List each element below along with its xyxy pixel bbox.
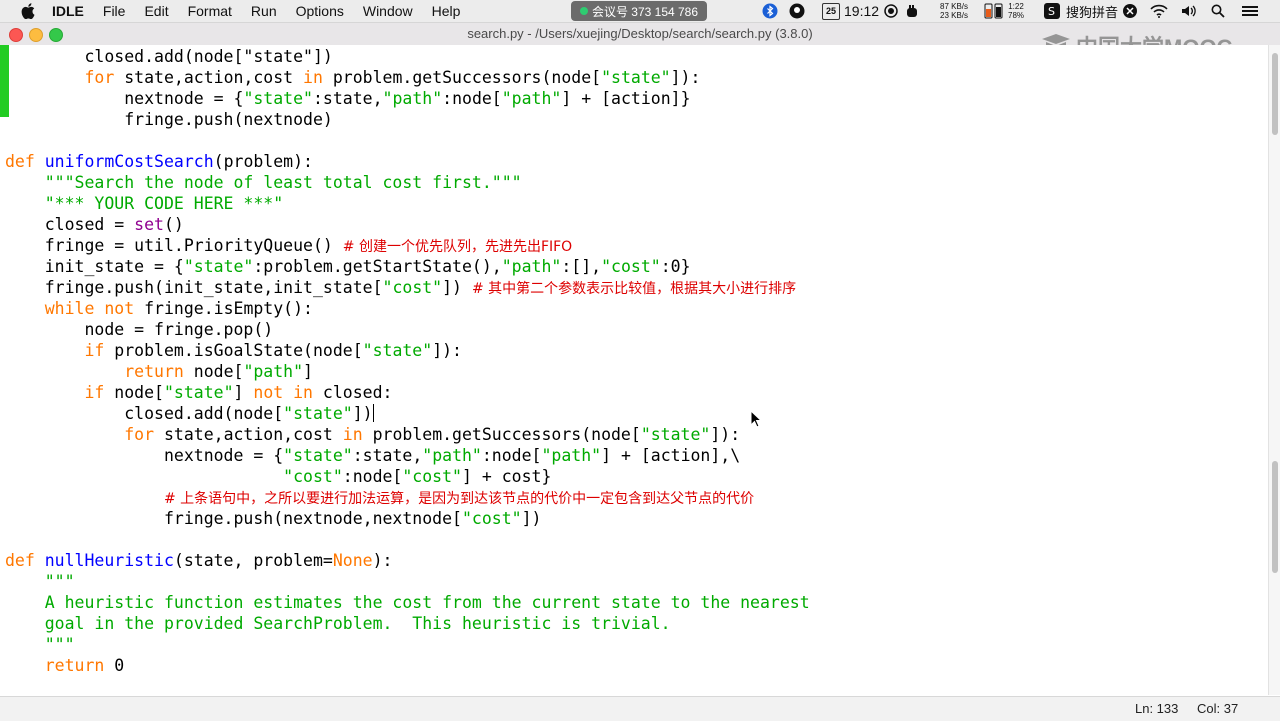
code-line: "*** YOUR CODE HERE ***" (44, 194, 284, 213)
code-line: """Search the node of least total cost f… (44, 173, 522, 192)
code-line: fringe.push(init_state,init_state["cost"… (44, 278, 797, 297)
code-line: fringe.push(nextnode) (124, 110, 333, 129)
code-line: closed.add(node["state"]) (124, 404, 374, 423)
line-number: Ln: 133 (1135, 701, 1179, 716)
menu-format[interactable]: Format (188, 3, 232, 19)
clock-text: 19:12 (844, 3, 880, 19)
battery-status[interactable]: 1:22 78% (1008, 0, 1024, 22)
vertical-scrollbar[interactable] (1268, 45, 1280, 695)
code-line: goal in the provided SearchProblem. This… (44, 614, 671, 633)
code-line: A heuristic function estimates the cost … (44, 593, 810, 612)
code-line: for state,action,cost in problem.getSucc… (84, 68, 701, 87)
svg-text:S: S (1048, 5, 1055, 18)
record-icon[interactable] (884, 0, 898, 22)
menu-edit[interactable]: Edit (144, 3, 168, 19)
clock[interactable]: 19:12 (844, 0, 879, 22)
code-line: if problem.isGoalState(node["state"]): (84, 341, 462, 360)
menubar: IDLE File Edit Format Run Options Window… (0, 0, 1280, 23)
code-line: "cost":node["cost"] + cost} (283, 467, 552, 486)
net-up-text: 87 KB/s (940, 2, 969, 11)
search-icon[interactable] (1211, 0, 1225, 22)
code-line: for state,action,cost in problem.getSucc… (124, 425, 741, 444)
code-line: while not fringe.isEmpty(): (44, 299, 313, 318)
code-line: return 0 (44, 656, 125, 675)
code-line: fringe.push(nextnode,nextnode["cost"]) (163, 509, 542, 528)
status-bar: Ln: 133 Col: 37 (0, 696, 1280, 721)
meeting-id-text: 会议号 373 154 786 (591, 4, 699, 19)
network-speed[interactable]: 87 KB/s 23 KB/s (940, 0, 968, 22)
code-line: nextnode = {"state":state,"path":node["p… (124, 89, 691, 108)
app-name-menu[interactable]: IDLE (52, 3, 84, 19)
code-line: init_state = {"state":problem.getStartSt… (44, 257, 691, 276)
ime-text: 搜狗拼音 (1066, 4, 1119, 20)
mouse-pointer-icon (750, 409, 763, 433)
menu-options[interactable]: Options (296, 3, 344, 19)
code-line: # 上条语句中，之所以要进行加法运算，是因为到达该节点的代价中一定包含到达父节点… (163, 491, 755, 507)
control-center-icon[interactable] (1241, 0, 1259, 22)
net-down-text: 23 KB/s (940, 11, 969, 20)
scissors-icon[interactable] (1122, 0, 1138, 22)
github-icon[interactable] (789, 0, 805, 22)
battery-pct-text: 78% (1008, 11, 1025, 20)
battery-time-text: 1:22 (1008, 2, 1024, 11)
code-line: return node["path"] (124, 362, 313, 381)
scrollbar-thumb[interactable] (1272, 461, 1278, 573)
hand-icon[interactable] (905, 0, 919, 22)
bluetooth-icon[interactable] (762, 0, 778, 22)
menu-file[interactable]: File (103, 3, 126, 19)
code-line: node = fringe.pop() (84, 320, 274, 339)
scrollbar-thumb[interactable] (1272, 53, 1278, 135)
volume-icon[interactable] (1181, 0, 1197, 22)
code-line: def nullHeuristic(state, problem=None): (5, 551, 393, 570)
code-line: nextnode = {"state":state,"path":node["p… (163, 446, 741, 465)
input-method[interactable]: S 搜狗拼音 (1044, 0, 1118, 22)
wifi-icon[interactable] (1150, 0, 1168, 22)
code-line: if node["state"] not in closed: (84, 383, 393, 402)
calendar-icon[interactable]: 25 (822, 0, 840, 22)
meeting-indicator[interactable]: 会议号 373 154 786 (571, 1, 707, 21)
column-number: Col: 37 (1197, 701, 1239, 716)
apple-icon[interactable] (20, 3, 36, 19)
code-line: """ (44, 572, 75, 591)
sogou-icon: S (1044, 3, 1060, 19)
menu-run[interactable]: Run (251, 3, 277, 19)
code-line: def uniformCostSearch(problem): (5, 152, 313, 171)
code-line: closed = set() (44, 215, 184, 234)
menu-help[interactable]: Help (432, 3, 461, 19)
battery-meter-icon[interactable] (984, 0, 1004, 22)
recording-dot-icon (579, 7, 588, 15)
menu-window[interactable]: Window (363, 3, 413, 19)
text-cursor (372, 404, 374, 422)
date-badge: 25 (822, 2, 840, 20)
code-line: closed.add(node["state"]) (84, 47, 333, 66)
code-line: fringe = util.PriorityQueue() # 创建一个优先队列… (44, 236, 573, 255)
code-line: """ (44, 635, 75, 654)
